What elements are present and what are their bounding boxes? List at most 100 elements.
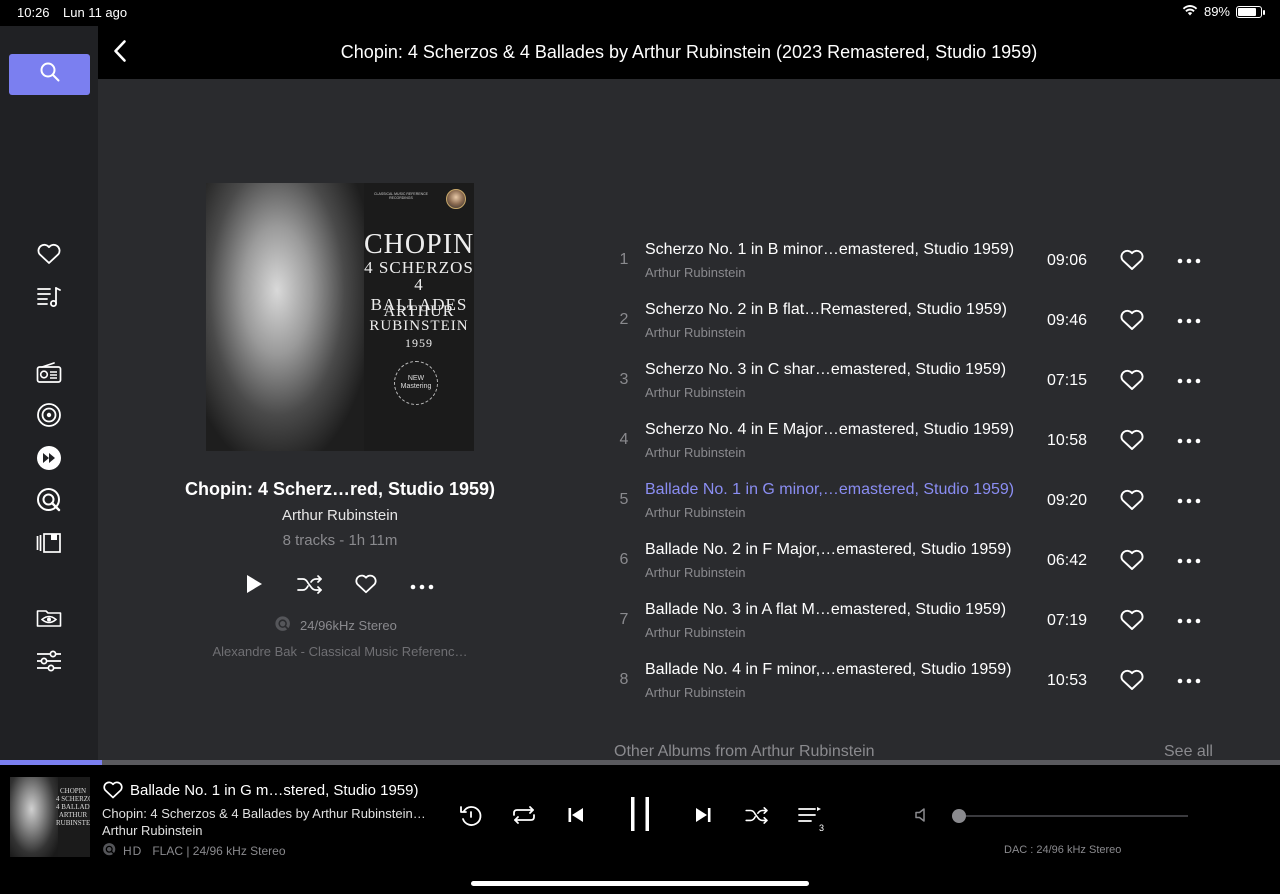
track-more-button[interactable] [1176, 249, 1202, 271]
track-more-button[interactable] [1176, 309, 1202, 331]
sidebar-item-playlists[interactable] [35, 285, 63, 313]
volume-button[interactable] [914, 806, 934, 826]
playlist-icon [36, 285, 62, 314]
track-artist[interactable]: Arthur Rubinstein [645, 325, 745, 340]
track-artist[interactable]: Arthur Rubinstein [645, 265, 745, 280]
track-artist[interactable]: Arthur Rubinstein [645, 385, 745, 400]
shuffle-album-button[interactable] [296, 573, 324, 599]
track-row[interactable]: 8 Ballade No. 4 in F minor,…emastered, St… [614, 649, 1214, 709]
sidebar-item-local-files[interactable] [35, 606, 63, 634]
track-more-button[interactable] [1176, 609, 1202, 631]
dac-output: DAC : 24/96 kHz Stereo [1004, 844, 1122, 856]
more-icon [1177, 491, 1201, 509]
repeat-button[interactable] [510, 805, 538, 829]
shuffle-button[interactable] [743, 805, 771, 829]
play-album-button[interactable] [240, 573, 268, 599]
track-more-button[interactable] [1176, 549, 1202, 571]
track-artist[interactable]: Arthur Rubinstein [645, 685, 745, 700]
search-icon [39, 61, 61, 88]
track-artist[interactable]: Arthur Rubinstein [645, 505, 745, 520]
folder-eye-icon [36, 607, 62, 634]
status-indicators: 89% [1182, 4, 1265, 19]
volume-slider[interactable] [952, 809, 1188, 823]
hd-badge: HD [123, 844, 143, 858]
sidebar-item-new-releases[interactable] [35, 445, 63, 474]
track-more-button[interactable] [1176, 429, 1202, 451]
now-playing-artist[interactable]: Arthur Rubinstein [102, 823, 202, 838]
track-title[interactable]: Ballade No. 2 in F Major,…emastered, Stu… [645, 541, 1011, 559]
album-artist[interactable]: Arthur Rubinstein [138, 507, 542, 524]
track-more-button[interactable] [1176, 369, 1202, 391]
track-more-button[interactable] [1176, 489, 1202, 511]
track-number: 2 [619, 311, 629, 328]
track-row[interactable]: 6 Ballade No. 2 in F Major,…emastered, St… [614, 529, 1214, 589]
heart-icon [354, 573, 378, 600]
track-favorite-button[interactable] [1119, 368, 1145, 392]
track-title[interactable]: Ballade No. 3 in A flat M…emastered, Stu… [645, 601, 1006, 619]
album-actions [240, 573, 440, 599]
more-icon [1177, 431, 1201, 449]
track-row[interactable]: 3 Scherzo No. 3 in C shar…emastered, Stud… [614, 349, 1214, 409]
album-meta: 8 tracks - 1h 11m [282, 532, 398, 549]
track-number: 4 [619, 431, 629, 448]
now-playing-favorite-button[interactable] [102, 780, 124, 800]
track-title[interactable]: Scherzo No. 4 in E Major…emastered, Stud… [645, 421, 1014, 439]
see-all-link[interactable]: See all [1164, 743, 1213, 761]
pause-button[interactable] [624, 796, 656, 837]
track-favorite-button[interactable] [1119, 488, 1145, 512]
track-title[interactable]: Ballade No. 1 in G minor,…emastered, Stu… [645, 481, 1014, 499]
heart-icon [1119, 309, 1145, 336]
skip-forward-icon [694, 806, 712, 829]
track-favorite-button[interactable] [1119, 248, 1145, 272]
equalizer-icon [36, 649, 62, 678]
volume-slider-thumb[interactable] [952, 809, 966, 823]
queue-count: 3 [818, 823, 824, 833]
favorite-album-button[interactable] [352, 573, 380, 599]
track-number: 8 [619, 671, 629, 688]
track-favorite-button[interactable] [1119, 668, 1145, 692]
track-favorite-button[interactable] [1119, 308, 1145, 332]
track-artist[interactable]: Arthur Rubinstein [645, 625, 745, 640]
sidebar-item-discover[interactable] [35, 402, 63, 431]
track-row[interactable]: 2 Scherzo No. 2 in B flat…Remastered, Stu… [614, 289, 1214, 349]
track-title[interactable]: Scherzo No. 3 in C shar…emastered, Studi… [645, 361, 1006, 379]
now-playing-artwork[interactable]: CHOPIN 4 SCHERZOS 4 BALLADES ARTHUR RUBI… [10, 777, 90, 857]
album-page: CLASSICAL MUSIC REFERENCE RECORDINGS CHO… [98, 79, 1280, 762]
cover-seal-portrait [446, 189, 466, 209]
sidebar-item-qobuz[interactable] [35, 487, 63, 516]
pause-icon [627, 796, 653, 837]
status-time: 10:26 [17, 5, 50, 20]
cover-line-chopin: CHOPIN [364, 229, 474, 260]
track-artist[interactable]: Arthur Rubinstein [645, 445, 745, 460]
track-duration: 07:15 [1047, 372, 1088, 389]
next-track-button[interactable] [690, 805, 716, 829]
qobuz-icon [274, 615, 292, 636]
sidebar-item-radio[interactable] [35, 361, 63, 389]
track-favorite-button[interactable] [1119, 548, 1145, 572]
more-icon [1177, 371, 1201, 389]
home-indicator[interactable] [471, 881, 809, 886]
now-playing-album[interactable]: Chopin: 4 Scherzos & 4 Ballades by Arthu… [102, 806, 426, 821]
track-favorite-button[interactable] [1119, 428, 1145, 452]
replay-icon [459, 804, 483, 833]
previous-track-button[interactable] [563, 805, 589, 829]
queue-button[interactable]: 3 [795, 803, 825, 833]
track-favorite-button[interactable] [1119, 608, 1145, 632]
track-more-button[interactable] [1176, 669, 1202, 691]
track-number: 7 [619, 611, 629, 628]
album-more-button[interactable] [408, 573, 436, 599]
heart-icon [1119, 669, 1145, 696]
replay-button[interactable] [458, 805, 484, 831]
sidebar-item-favorites[interactable] [35, 242, 63, 270]
track-title[interactable]: Ballade No. 4 in F minor,…emastered, Stu… [645, 661, 1011, 679]
sidebar-item-library[interactable] [35, 531, 63, 559]
track-row[interactable]: 7 Ballade No. 3 in A flat M…emastered, St… [614, 589, 1214, 649]
track-row[interactable]: 4 Scherzo No. 4 in E Major…emastered, Stu… [614, 409, 1214, 469]
track-artist[interactable]: Arthur Rubinstein [645, 565, 745, 580]
search-button[interactable] [9, 54, 90, 95]
track-row[interactable]: 1 Scherzo No. 1 in B minor…emastered, Stu… [614, 229, 1214, 289]
sidebar-item-settings[interactable] [35, 649, 63, 677]
track-title[interactable]: Scherzo No. 1 in B minor…emastered, Stud… [645, 241, 1014, 259]
track-row[interactable]: 5 Ballade No. 1 in G minor,…emastered, St… [614, 469, 1214, 529]
track-title[interactable]: Scherzo No. 2 in B flat…Remastered, Stud… [645, 301, 1007, 319]
